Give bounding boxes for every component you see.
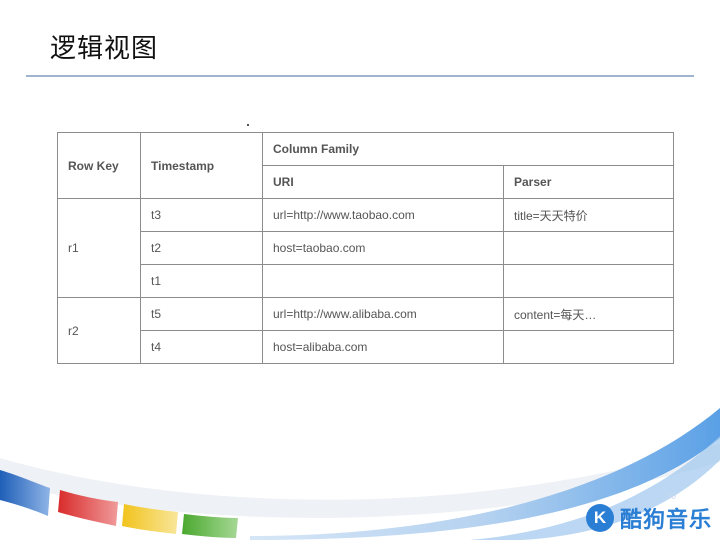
parser-cell [502,330,675,364]
parser-cell [502,231,675,265]
table-row: t2 host=taobao.com [58,231,675,265]
header-parser: Parser [502,165,675,199]
parser-cell: title=天天特价 [502,198,675,232]
parser-cell: content=每天… [502,297,675,331]
table-row: t4 host=alibaba.com [58,330,675,364]
kugou-logo: K 酷狗音乐 [585,502,712,534]
timestamp-cell: t2 [140,231,263,265]
table-row: t1 [58,264,675,298]
slide-title: 逻辑视图 [50,34,159,64]
timestamp-cell: t1 [140,264,263,298]
header-column-family: Column Family [261,132,675,166]
row-key-cell: r2 [57,297,141,364]
table-row: r1 t3 url=http://www.taobao.com title=天天… [57,198,675,298]
uri-cell: host=taobao.com [262,231,504,265]
timestamp-cell: t3 [140,198,263,232]
title-divider [26,75,694,77]
header-row: Row Key Timestamp Column Family [57,132,675,199]
uri-cell: url=http://www.taobao.com [262,198,504,232]
header-row-key: Row Key [57,132,141,199]
row-key-cell: r1 [57,198,141,298]
page-number: 30 [666,491,677,501]
stray-mark [247,124,249,126]
header-timestamp: Timestamp [140,132,263,199]
stripe-green [182,514,238,538]
header-uri: URI [262,165,504,199]
parser-cell [502,264,675,298]
logical-view-table: Row Key Timestamp Column Family URI Pars… [57,132,675,364]
table-row: r2 t5 url=http://www.alibaba.com content… [57,297,675,364]
uri-cell: host=alibaba.com [262,330,504,364]
timestamp-cell: t4 [140,330,263,364]
logo-text: 酷狗音乐 [619,508,712,533]
timestamp-cell: t5 [140,297,263,331]
uri-cell [262,264,504,298]
uri-cell: url=http://www.alibaba.com [262,297,504,331]
kugou-k-icon: K [585,504,614,532]
